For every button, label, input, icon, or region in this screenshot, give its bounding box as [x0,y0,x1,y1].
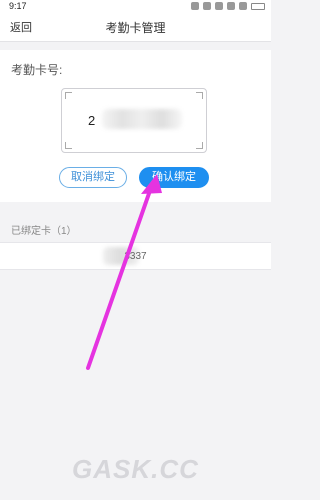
annotation-arrow [86,174,162,370]
watermark: GASK.CC [72,454,199,484]
arrow-head [141,174,162,194]
arrow-shaft [86,180,155,370]
